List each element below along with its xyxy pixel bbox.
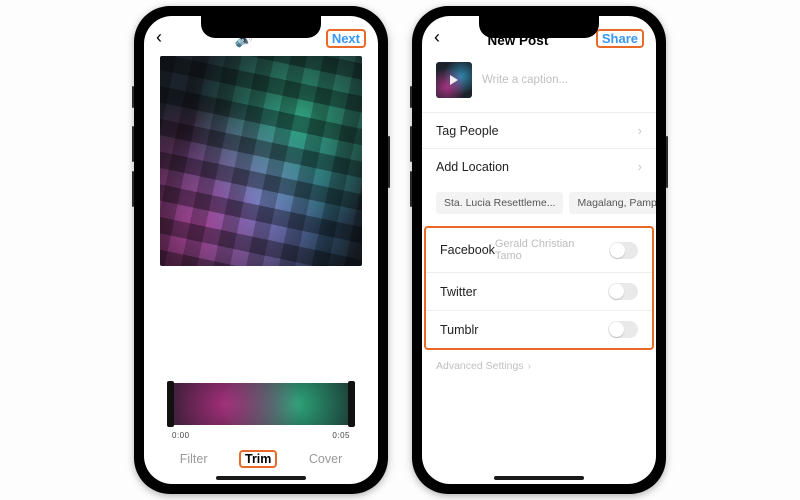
add-location-row[interactable]: Add Location › <box>422 149 656 184</box>
tag-people-label: Tag People <box>436 124 499 138</box>
location-chip[interactable]: Sta. Lucia Resettleme... <box>436 192 563 214</box>
chevron-right-icon: › <box>638 123 642 138</box>
phone-newpost: ‹ New Post Share Write a caption... Tag … <box>412 6 666 494</box>
location-chip[interactable]: Magalang, Pampanga <box>569 192 656 214</box>
tab-cover[interactable]: Cover <box>309 452 342 466</box>
share-button[interactable]: Share <box>596 29 644 48</box>
video-thumbnail[interactable] <box>436 62 472 98</box>
phone-edit: ‹ 🔊 Next 0:00 0:05 Filter Trim Cover <box>134 6 388 494</box>
advanced-settings[interactable]: Advanced Settings › <box>422 350 656 382</box>
location-suggestions: Sta. Lucia Resettleme... Magalang, Pampa… <box>422 184 656 227</box>
share-label: Tumblr <box>440 323 478 337</box>
caption-input[interactable]: Write a caption... <box>482 74 568 86</box>
caption-row: Write a caption... <box>422 52 656 113</box>
video-preview[interactable] <box>160 56 362 266</box>
share-label: Twitter <box>440 285 477 299</box>
trim-end-time: 0:05 <box>332 431 350 440</box>
chevron-right-icon: › <box>638 159 642 174</box>
toggle-twitter[interactable] <box>608 283 638 300</box>
advanced-settings-label: Advanced Settings <box>436 360 524 372</box>
notch <box>479 16 599 38</box>
home-indicator[interactable] <box>494 476 584 480</box>
toggle-tumblr[interactable] <box>608 321 638 338</box>
share-label: Facebook <box>440 243 495 257</box>
share-subtext: Gerald Christian Tamo <box>495 238 599 262</box>
share-row-facebook: Facebook Gerald Christian Tamo <box>426 228 652 273</box>
add-location-label: Add Location <box>436 160 509 174</box>
trim-start-time: 0:00 <box>172 431 190 440</box>
share-row-tumblr: Tumblr <box>426 311 652 348</box>
chevron-right-icon: › <box>528 360 532 372</box>
trim-timeline[interactable] <box>170 383 352 425</box>
share-targets: Facebook Gerald Christian Tamo Twitter T… <box>424 226 654 350</box>
tag-people-row[interactable]: Tag People › <box>422 113 656 149</box>
share-row-twitter: Twitter <box>426 273 652 311</box>
toggle-facebook[interactable] <box>609 242 638 259</box>
tab-filter[interactable]: Filter <box>180 452 208 466</box>
next-button[interactable]: Next <box>326 29 366 48</box>
notch <box>201 16 321 38</box>
tab-trim[interactable]: Trim <box>239 450 277 468</box>
home-indicator[interactable] <box>216 476 306 480</box>
trim-time-row: 0:00 0:05 <box>144 429 378 440</box>
